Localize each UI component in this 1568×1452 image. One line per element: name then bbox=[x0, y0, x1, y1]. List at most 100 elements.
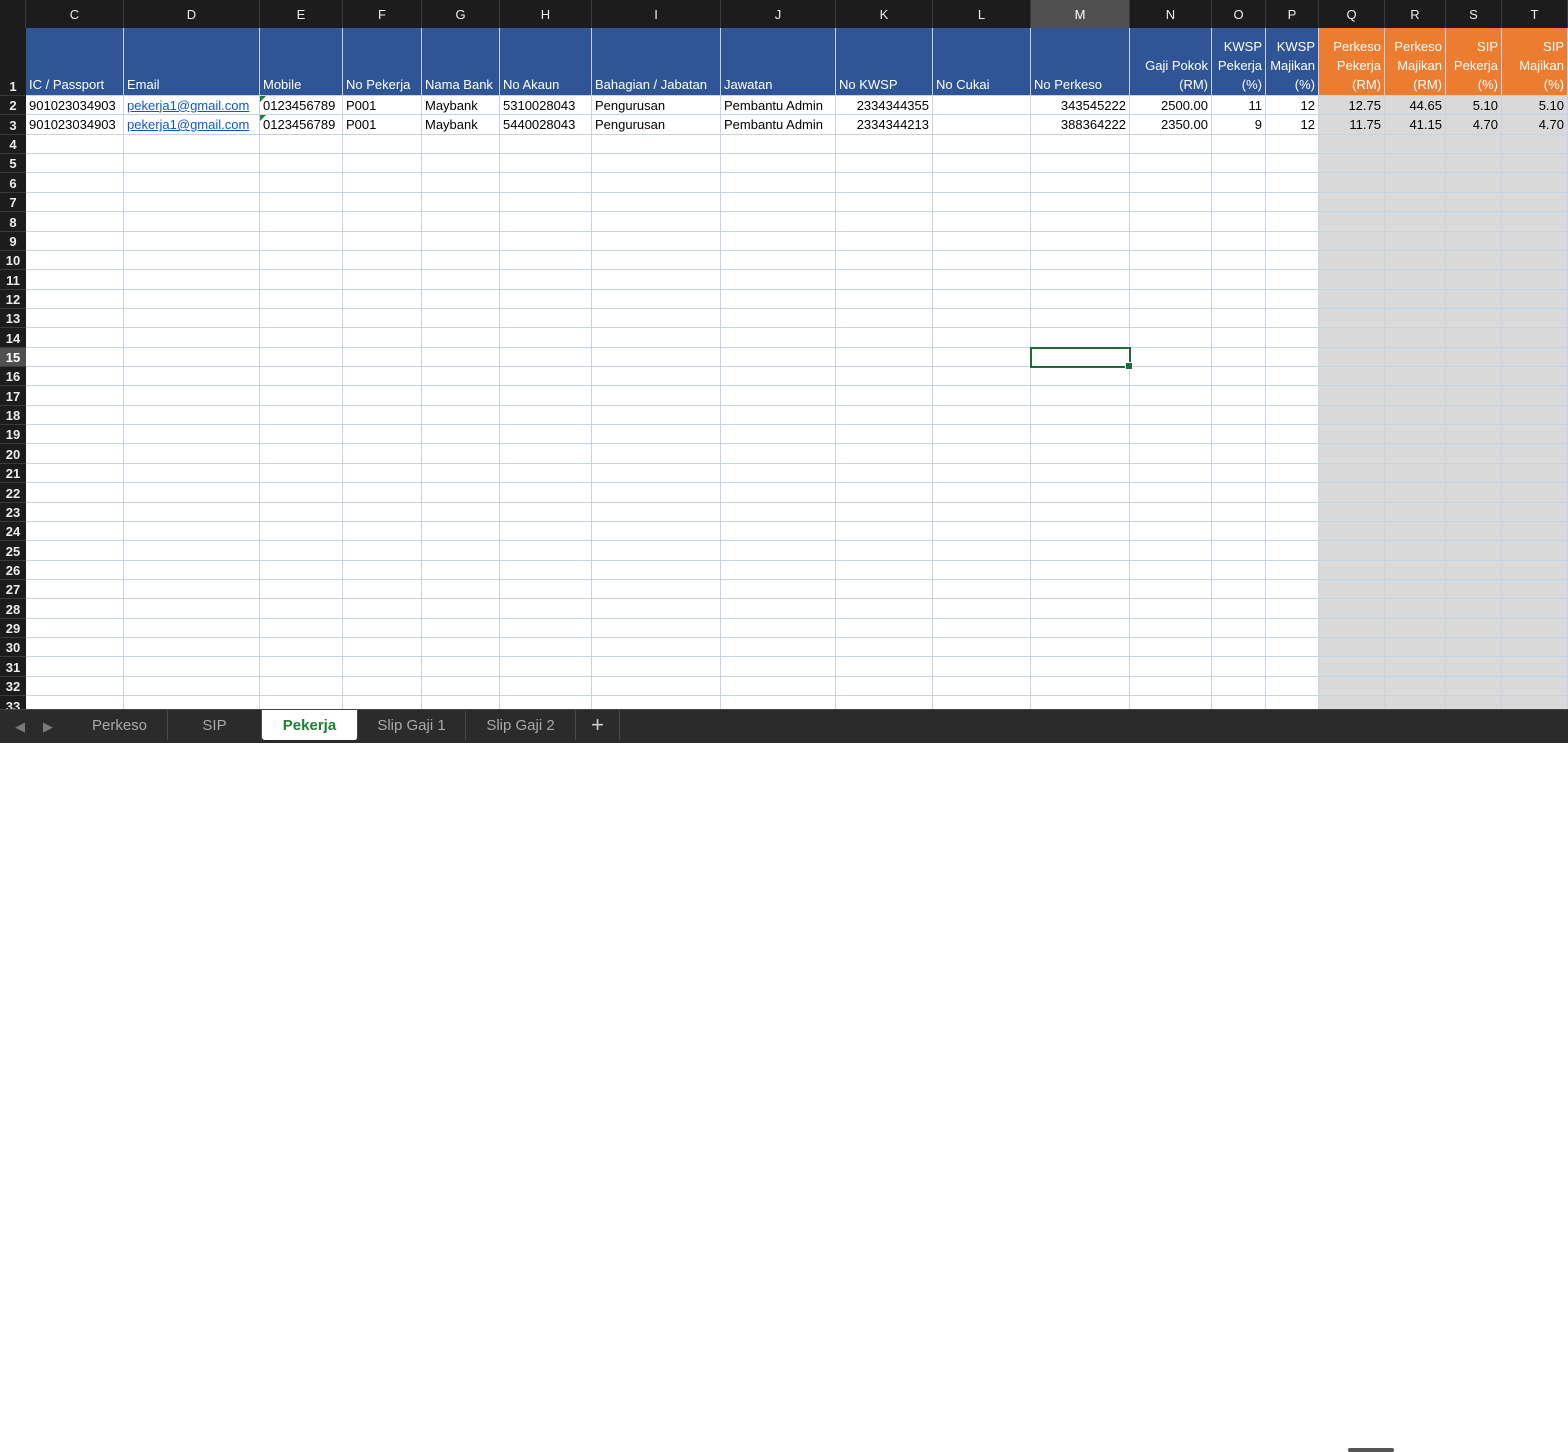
column-header-f[interactable]: F bbox=[343, 0, 422, 28]
cell-s4[interactable] bbox=[1446, 134, 1502, 155]
cell-t22[interactable] bbox=[1502, 483, 1568, 503]
cell-s14[interactable] bbox=[1446, 328, 1502, 348]
cell-l15[interactable] bbox=[933, 347, 1031, 368]
cell-m19[interactable] bbox=[1031, 425, 1130, 445]
row-header-24[interactable]: 24 bbox=[0, 521, 26, 542]
sheet-tab-slip-gaji-1[interactable]: Slip Gaji 1 bbox=[358, 710, 466, 740]
header-cell-j[interactable]: Jawatan bbox=[721, 28, 836, 96]
column-header-t[interactable]: T bbox=[1502, 0, 1568, 28]
cell-n23[interactable] bbox=[1130, 502, 1212, 522]
cell-s12[interactable] bbox=[1446, 289, 1502, 309]
cell-n17[interactable] bbox=[1130, 386, 1212, 406]
cell-d31[interactable] bbox=[124, 657, 260, 677]
plus-icon[interactable]: + bbox=[576, 710, 620, 740]
cell-q6[interactable] bbox=[1319, 173, 1385, 193]
cell-k32[interactable] bbox=[836, 676, 933, 697]
cell-n16[interactable] bbox=[1130, 367, 1212, 387]
cell-h22[interactable] bbox=[500, 483, 592, 503]
cell-m11[interactable] bbox=[1031, 270, 1130, 290]
row-header-19[interactable]: 19 bbox=[0, 425, 26, 445]
cell-m14[interactable] bbox=[1031, 328, 1130, 348]
cell-c2[interactable]: 901023034903 bbox=[26, 96, 124, 116]
cell-t2[interactable]: 5.10 bbox=[1502, 96, 1568, 116]
cell-k11[interactable] bbox=[836, 270, 933, 290]
cell-c27[interactable] bbox=[26, 580, 124, 600]
cell-j7[interactable] bbox=[721, 192, 836, 213]
select-all-corner[interactable] bbox=[0, 0, 26, 28]
cell-o26[interactable] bbox=[1212, 560, 1266, 580]
cell-i7[interactable] bbox=[592, 192, 721, 213]
cell-h13[interactable] bbox=[500, 308, 592, 329]
cell-s17[interactable] bbox=[1446, 386, 1502, 406]
cell-j17[interactable] bbox=[721, 386, 836, 406]
cell-o5[interactable] bbox=[1212, 154, 1266, 174]
cell-s30[interactable] bbox=[1446, 638, 1502, 658]
cell-i16[interactable] bbox=[592, 367, 721, 387]
cell-p3[interactable]: 12 bbox=[1266, 115, 1319, 135]
cell-g9[interactable] bbox=[422, 231, 500, 251]
cell-q24[interactable] bbox=[1319, 521, 1385, 542]
cell-c5[interactable] bbox=[26, 154, 124, 174]
cell-j31[interactable] bbox=[721, 657, 836, 677]
cell-c22[interactable] bbox=[26, 483, 124, 503]
cell-m9[interactable] bbox=[1031, 231, 1130, 251]
cell-j22[interactable] bbox=[721, 483, 836, 503]
cell-g11[interactable] bbox=[422, 270, 500, 290]
cell-o29[interactable] bbox=[1212, 618, 1266, 639]
cell-n19[interactable] bbox=[1130, 425, 1212, 445]
email-link[interactable]: pekerja1@gmail.com bbox=[127, 98, 249, 113]
row-header-29[interactable]: 29 bbox=[0, 618, 26, 639]
cell-r3[interactable]: 41.15 bbox=[1385, 115, 1446, 135]
cell-f10[interactable] bbox=[343, 250, 422, 271]
cell-p18[interactable] bbox=[1266, 405, 1319, 426]
cell-p22[interactable] bbox=[1266, 483, 1319, 503]
cell-n6[interactable] bbox=[1130, 173, 1212, 193]
cell-k10[interactable] bbox=[836, 250, 933, 271]
cell-i9[interactable] bbox=[592, 231, 721, 251]
cell-n14[interactable] bbox=[1130, 328, 1212, 348]
cell-f33[interactable] bbox=[343, 696, 422, 709]
cell-q14[interactable] bbox=[1319, 328, 1385, 348]
cell-m23[interactable] bbox=[1031, 502, 1130, 522]
cell-t17[interactable] bbox=[1502, 386, 1568, 406]
cell-r7[interactable] bbox=[1385, 192, 1446, 213]
cell-q27[interactable] bbox=[1319, 580, 1385, 600]
row-header-20[interactable]: 20 bbox=[0, 444, 26, 464]
cell-p28[interactable] bbox=[1266, 599, 1319, 619]
row-header-16[interactable]: 16 bbox=[0, 367, 26, 387]
row-header-12[interactable]: 12 bbox=[0, 289, 26, 309]
cell-o17[interactable] bbox=[1212, 386, 1266, 406]
cell-t15[interactable] bbox=[1502, 347, 1568, 368]
cell-i33[interactable] bbox=[592, 696, 721, 709]
cell-c23[interactable] bbox=[26, 502, 124, 522]
cell-f13[interactable] bbox=[343, 308, 422, 329]
cell-l7[interactable] bbox=[933, 192, 1031, 213]
cell-r23[interactable] bbox=[1385, 502, 1446, 522]
header-cell-t[interactable]: SIP Majikan (%) bbox=[1502, 28, 1568, 96]
cell-j23[interactable] bbox=[721, 502, 836, 522]
cell-p15[interactable] bbox=[1266, 347, 1319, 368]
cell-f7[interactable] bbox=[343, 192, 422, 213]
cell-o31[interactable] bbox=[1212, 657, 1266, 677]
cell-k13[interactable] bbox=[836, 308, 933, 329]
cell-f6[interactable] bbox=[343, 173, 422, 193]
column-header-d[interactable]: D bbox=[124, 0, 260, 28]
cell-q13[interactable] bbox=[1319, 308, 1385, 329]
cell-i32[interactable] bbox=[592, 676, 721, 697]
cell-g6[interactable] bbox=[422, 173, 500, 193]
cell-h7[interactable] bbox=[500, 192, 592, 213]
cell-h33[interactable] bbox=[500, 696, 592, 709]
cell-h17[interactable] bbox=[500, 386, 592, 406]
cell-r22[interactable] bbox=[1385, 483, 1446, 503]
cell-q2[interactable]: 12.75 bbox=[1319, 96, 1385, 116]
cell-n12[interactable] bbox=[1130, 289, 1212, 309]
cell-e3[interactable]: 0123456789 bbox=[260, 115, 343, 135]
cell-j2[interactable]: Pembantu Admin bbox=[721, 96, 836, 116]
cell-k17[interactable] bbox=[836, 386, 933, 406]
cell-j30[interactable] bbox=[721, 638, 836, 658]
cell-j33[interactable] bbox=[721, 696, 836, 709]
cell-i10[interactable] bbox=[592, 250, 721, 271]
cell-f18[interactable] bbox=[343, 405, 422, 426]
row-header-10[interactable]: 10 bbox=[0, 250, 26, 271]
cell-k28[interactable] bbox=[836, 599, 933, 619]
